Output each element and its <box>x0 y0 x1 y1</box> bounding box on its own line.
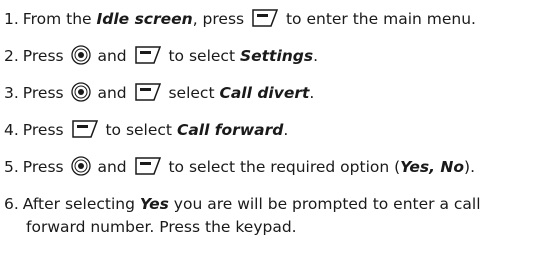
left-softkey-icon <box>134 83 161 101</box>
left-softkey-icon <box>134 157 161 175</box>
step-text: select <box>163 84 220 102</box>
step-6-continued: forward number. Press the keypad. <box>26 216 555 239</box>
step-emphasis: Call forward <box>176 121 284 139</box>
step-6: 6. After selecting Yes you are will be pr… <box>4 193 555 216</box>
left-softkey-icon <box>252 9 279 27</box>
step-text: Press <box>22 84 69 102</box>
step-text: From the <box>22 10 97 28</box>
step-text: Press <box>22 121 69 139</box>
step-text: , press <box>192 10 250 28</box>
step-number: 3. <box>4 84 19 102</box>
step-emphasis: Idle screen <box>96 10 193 28</box>
step-text: and <box>92 158 132 176</box>
step-1: 1. From the Idle screen, press to enter t… <box>4 8 555 31</box>
navigation-key-icon <box>70 82 91 102</box>
step-number: 2. <box>4 47 19 65</box>
instruction-steps: 1. From the Idle screen, press to enter t… <box>0 0 559 265</box>
step-2: 2. Press and to select Settings. <box>4 45 555 68</box>
step-3: 3. Press and select Call divert. <box>4 82 555 105</box>
step-text: to enter the main menu. <box>281 10 476 28</box>
step-text: After selecting <box>22 195 140 213</box>
navigation-key-icon <box>70 45 91 65</box>
step-emphasis: Call divert <box>219 84 310 102</box>
step-text: you are will be prompted to enter a call <box>168 195 481 213</box>
step-number: 5. <box>4 158 19 176</box>
step-text: and <box>92 84 132 102</box>
step-emphasis: Settings <box>239 47 314 65</box>
step-text: to select <box>163 47 240 65</box>
step-number: 4. <box>4 121 19 139</box>
step-text: Press <box>22 47 69 65</box>
step-text: . <box>309 84 315 102</box>
step-text: . <box>283 121 289 139</box>
step-emphasis: Yes, No <box>400 158 465 176</box>
step-text: to select the required option ( <box>163 158 401 176</box>
navigation-key-icon <box>70 156 91 176</box>
step-text: Press <box>22 158 69 176</box>
step-number: 6. <box>4 195 19 213</box>
step-text: and <box>92 47 132 65</box>
step-5: 5. Press and to select the required optio… <box>4 156 555 179</box>
left-softkey-icon <box>134 46 161 64</box>
step-text: to select <box>100 121 177 139</box>
step-text: forward number. Press the keypad. <box>26 218 297 236</box>
step-text: . <box>313 47 319 65</box>
left-softkey-icon <box>71 120 98 138</box>
step-text: ). <box>464 158 476 176</box>
step-emphasis: Yes <box>139 195 169 213</box>
step-4: 4. Press to select Call forward. <box>4 119 555 142</box>
step-number: 1. <box>4 10 19 28</box>
